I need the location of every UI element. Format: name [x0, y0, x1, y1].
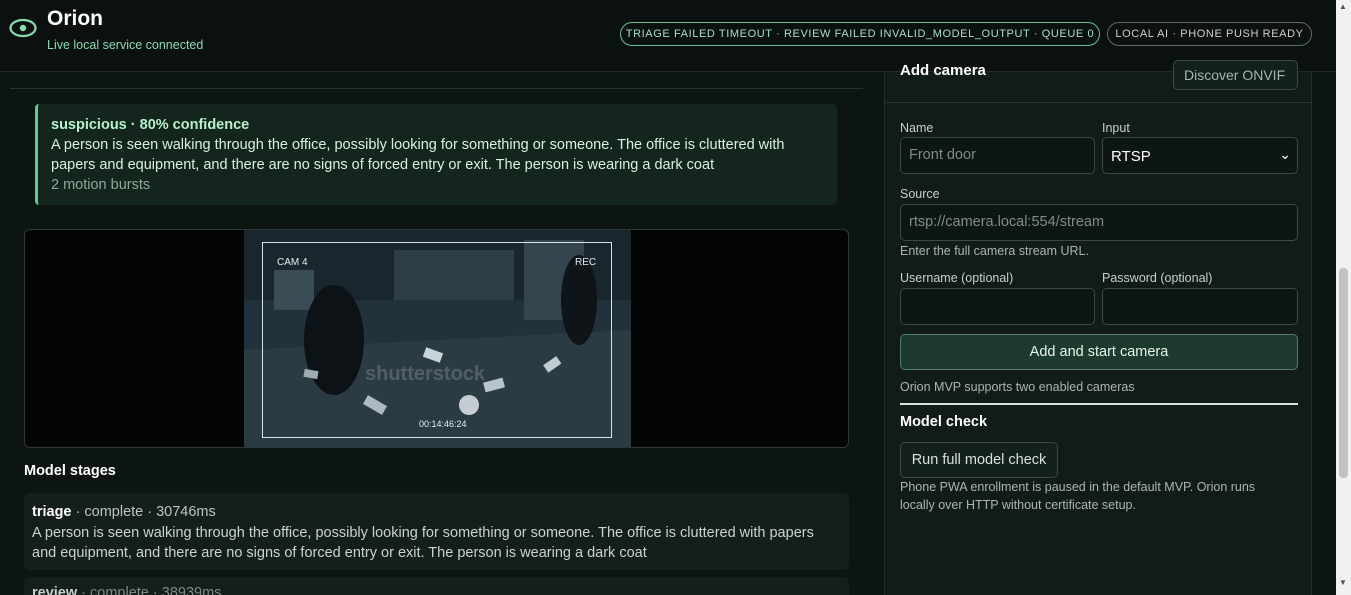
- viewfinder-overlay: [262, 242, 612, 438]
- model-check-heading: Model check: [900, 414, 988, 430]
- add-camera-button[interactable]: Add and start camera: [900, 334, 1298, 370]
- scroll-up-arrow-icon[interactable]: ▲: [1339, 2, 1347, 11]
- brand-name: Orion: [47, 7, 103, 30]
- chevron-down-icon: ⌄: [1279, 146, 1291, 162]
- pipeline-status-badge: TRIAGE FAILED TIMEOUT · REVIEW FAILED IN…: [620, 22, 1100, 46]
- stage-name: triage: [32, 504, 72, 520]
- discover-onvif-button[interactable]: Discover ONVIF: [1173, 60, 1298, 90]
- stage-card-triage: triage · complete · 30746ms A person is …: [24, 493, 849, 570]
- panel-divider: [885, 102, 1313, 103]
- event-detail-panel: suspicious · 80% confidence A person is …: [10, 72, 863, 595]
- pwa-enrollment-note: Phone PWA enrollment is paused in the de…: [900, 480, 1256, 512]
- event-description: A person is seen walking through the off…: [51, 137, 785, 173]
- stage-card-review: review · complete · 38939ms: [24, 577, 849, 595]
- connection-status: Live local service connected: [47, 38, 204, 52]
- camera-name-input[interactable]: Front door: [900, 137, 1095, 174]
- camera-label: CAM 4: [277, 257, 308, 268]
- camera-limit-note: Orion MVP supports two enabled cameras: [900, 380, 1135, 394]
- input-type-value: RTSP: [1111, 148, 1151, 165]
- input-label: Input: [1102, 121, 1130, 135]
- password-input[interactable]: [1102, 288, 1298, 325]
- source-hint: Enter the full camera stream URL.: [900, 244, 1089, 258]
- event-video-player[interactable]: CAM 4 REC 00:14:46:24 shutterstock: [24, 229, 849, 448]
- eye-icon: [9, 18, 37, 38]
- stage-meta: · complete · 30746ms: [71, 504, 216, 520]
- stage-meta: · complete · 38939ms: [77, 585, 222, 595]
- add-camera-title: Add camera: [900, 62, 986, 79]
- event-summary-card: suspicious · 80% confidence A person is …: [35, 104, 837, 205]
- stage-header: triage · complete · 30746ms: [32, 504, 216, 520]
- page-scrollbar[interactable]: ▲ ▼: [1336, 0, 1351, 595]
- add-camera-panel: Add camera Discover ONVIF Name Front doo…: [884, 60, 1313, 595]
- password-label: Password (optional): [1102, 271, 1213, 285]
- source-label: Source: [900, 187, 940, 201]
- stage-header: review · complete · 38939ms: [32, 585, 221, 595]
- motion-burst-count: 2 motion bursts: [51, 177, 151, 193]
- name-label: Name: [900, 121, 934, 135]
- run-model-check-button[interactable]: Run full model check: [900, 442, 1058, 478]
- scrollbar-thumb[interactable]: [1339, 268, 1348, 478]
- video-timestamp: 00:14:46:24: [419, 419, 467, 429]
- recording-indicator: REC: [575, 257, 597, 268]
- section-divider: [900, 403, 1298, 405]
- stream-source-input[interactable]: rtsp://camera.local:554/stream: [900, 204, 1298, 241]
- ai-status-badge: LOCAL AI · PHONE PUSH READY: [1107, 22, 1312, 46]
- watermark: shutterstock: [365, 363, 486, 385]
- stage-name: review: [32, 585, 78, 595]
- scroll-down-arrow-icon[interactable]: ▼: [1339, 578, 1347, 587]
- username-label: Username (optional): [900, 271, 1014, 285]
- stage-output: A person is seen walking through the off…: [32, 525, 814, 561]
- input-type-select[interactable]: RTSP ⌄: [1102, 137, 1298, 174]
- event-verdict: suspicious · 80% confidence: [51, 117, 250, 133]
- app-header: Orion Live local service connected TRIAG…: [0, 0, 1336, 72]
- panel-divider: [10, 88, 863, 89]
- model-stages-heading: Model stages: [24, 463, 116, 479]
- username-input[interactable]: [900, 288, 1095, 325]
